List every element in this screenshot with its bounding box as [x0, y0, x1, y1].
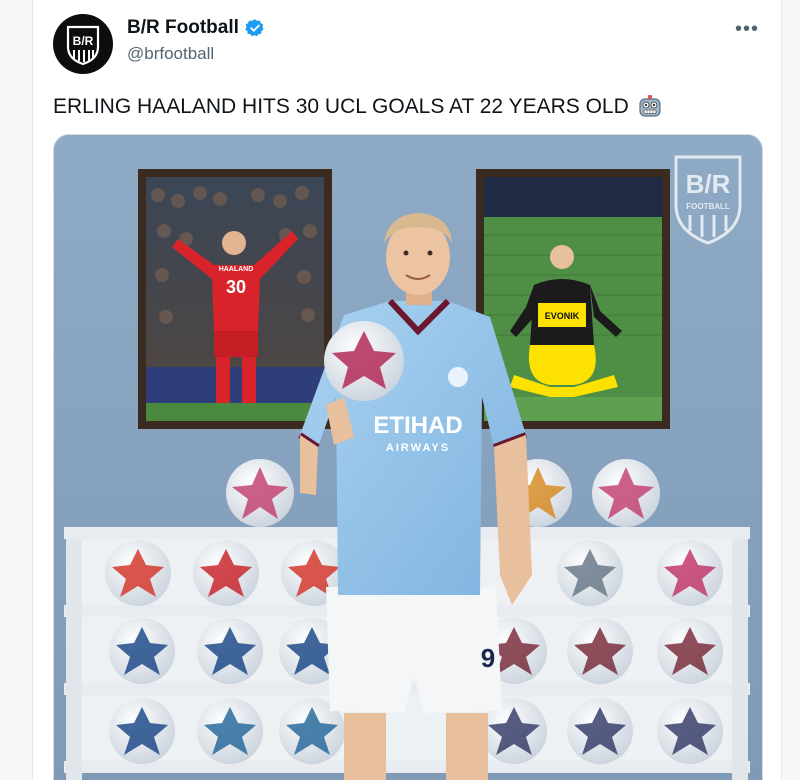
br-logo-icon: B/R	[66, 25, 100, 66]
more-options-button[interactable]: •••	[735, 18, 759, 41]
main-shirt-sponsor-sub: AIRWAYS	[386, 442, 450, 454]
author-handle[interactable]: @brfootball	[127, 44, 214, 64]
haaland-graphic: B/R FOOTBALL HAALAND 30 EVONIK 9 ETIHAD …	[54, 135, 762, 780]
main-shirt-sponsor: ETIHAD	[373, 412, 462, 439]
tweet-text-body: ERLING HAALAND HITS 30 UCL GOALS AT 22 Y…	[53, 95, 629, 118]
avatar[interactable]: B/R	[53, 14, 113, 74]
left-frame-shirt-number: 30	[226, 277, 246, 297]
tweet-card: B/R B/R Football @brfootball ••• ERLING …	[32, 0, 782, 780]
tweet-image[interactable]: B/R FOOTBALL HAALAND 30 EVONIK 9 ETIHAD …	[53, 134, 763, 780]
right-frame-sponsor: EVONIK	[545, 311, 580, 321]
watermark-subtext: FOOTBALL	[686, 202, 730, 211]
avatar-text: B/R	[73, 34, 94, 48]
tweet-text: ERLING HAALAND HITS 30 UCL GOALS AT 22 Y…	[53, 94, 663, 120]
robot-face-icon	[639, 95, 661, 117]
left-photo-frame: HAALAND 30	[138, 169, 332, 429]
watermark-text: B/R	[686, 169, 731, 199]
verified-badge-icon	[245, 19, 264, 37]
left-frame-shirt-name: HAALAND	[219, 266, 254, 273]
author-name[interactable]: B/R Football	[127, 17, 239, 39]
shorts-number: 9	[481, 643, 495, 673]
author-row: B/R Football	[127, 17, 265, 39]
